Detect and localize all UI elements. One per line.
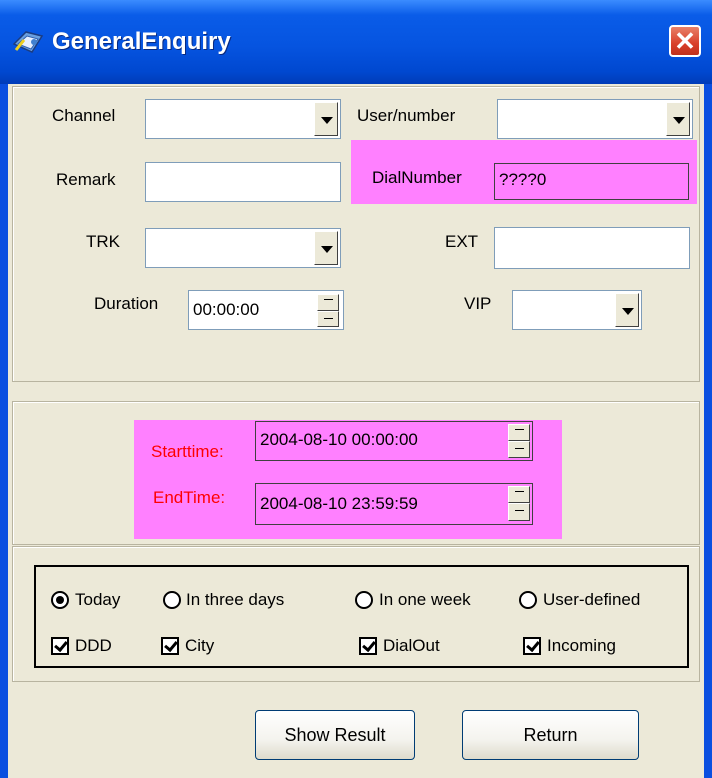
trk-select[interactable] <box>145 228 341 268</box>
window-title: GeneralEnquiry <box>52 28 231 55</box>
checkbox-incoming-label[interactable]: Incoming <box>547 636 616 656</box>
trk-label: TRK <box>86 232 120 251</box>
end-time-input[interactable]: 2004-08-10 23:59:59 <box>255 483 533 525</box>
duration-spinner[interactable] <box>317 294 339 327</box>
remark-input[interactable] <box>145 162 341 202</box>
dial-number-label: DialNumber <box>372 168 462 187</box>
checkbox-city[interactable] <box>161 637 179 655</box>
checkbox-ddd-label[interactable]: DDD <box>75 636 112 656</box>
duration-label: Duration <box>94 294 159 313</box>
radio-one-week-label[interactable]: In one week <box>379 590 471 610</box>
checkbox-dialout-label[interactable]: DialOut <box>383 636 440 656</box>
return-button[interactable]: Return <box>462 710 639 760</box>
ext-input[interactable] <box>494 227 690 269</box>
spin-down-icon[interactable] <box>317 311 339 327</box>
user-number-label: User/number <box>357 106 456 125</box>
vip-select[interactable] <box>512 290 642 330</box>
title-bar[interactable]: GeneralEnquiry ✕ <box>0 0 712 84</box>
show-result-button[interactable]: Show Result <box>255 710 415 760</box>
radio-user-defined[interactable] <box>519 591 537 609</box>
checkbox-incoming[interactable] <box>523 637 541 655</box>
start-time-spinner[interactable] <box>508 424 530 458</box>
start-time-input[interactable]: 2004-08-10 00:00:00 <box>255 421 533 461</box>
spin-up-icon[interactable] <box>317 294 339 311</box>
client-area: Channel User/number Remark DialNumber ??… <box>8 84 704 778</box>
spin-down-icon[interactable] <box>508 503 530 521</box>
checkbox-dialout[interactable] <box>359 637 377 655</box>
vip-label: VIP <box>464 294 492 313</box>
spin-up-icon[interactable] <box>508 424 530 441</box>
spin-down-icon[interactable] <box>508 441 530 458</box>
start-time-label: Starttime: <box>151 442 224 461</box>
radio-three-days[interactable] <box>163 591 181 609</box>
chevron-down-icon[interactable] <box>314 231 338 265</box>
user-number-select[interactable] <box>497 99 693 139</box>
end-time-spinner[interactable] <box>508 486 530 521</box>
checkbox-ddd[interactable] <box>51 637 69 655</box>
radio-today[interactable] <box>51 591 69 609</box>
channel-label: Channel <box>52 106 116 125</box>
channel-select[interactable] <box>145 99 341 139</box>
chevron-down-icon[interactable] <box>314 102 338 136</box>
enquiry-window: GeneralEnquiry ✕ Channel User/number Rem… <box>0 0 712 778</box>
chevron-down-icon[interactable] <box>615 293 639 327</box>
end-time-label: EndTime: <box>153 488 226 507</box>
radio-today-label[interactable]: Today <box>75 590 120 610</box>
dial-number-input[interactable]: ????0 <box>494 163 689 200</box>
chevron-down-icon[interactable] <box>666 102 690 136</box>
close-icon[interactable]: ✕ <box>669 25 701 57</box>
remark-label: Remark <box>56 170 116 189</box>
spin-up-icon[interactable] <box>508 486 530 503</box>
checkbox-city-label[interactable]: City <box>185 636 214 656</box>
radio-user-defined-label[interactable]: User-defined <box>543 590 640 610</box>
app-icon <box>12 31 44 53</box>
radio-three-days-label[interactable]: In three days <box>186 590 284 610</box>
ext-label: EXT <box>445 232 479 251</box>
radio-one-week[interactable] <box>355 591 373 609</box>
